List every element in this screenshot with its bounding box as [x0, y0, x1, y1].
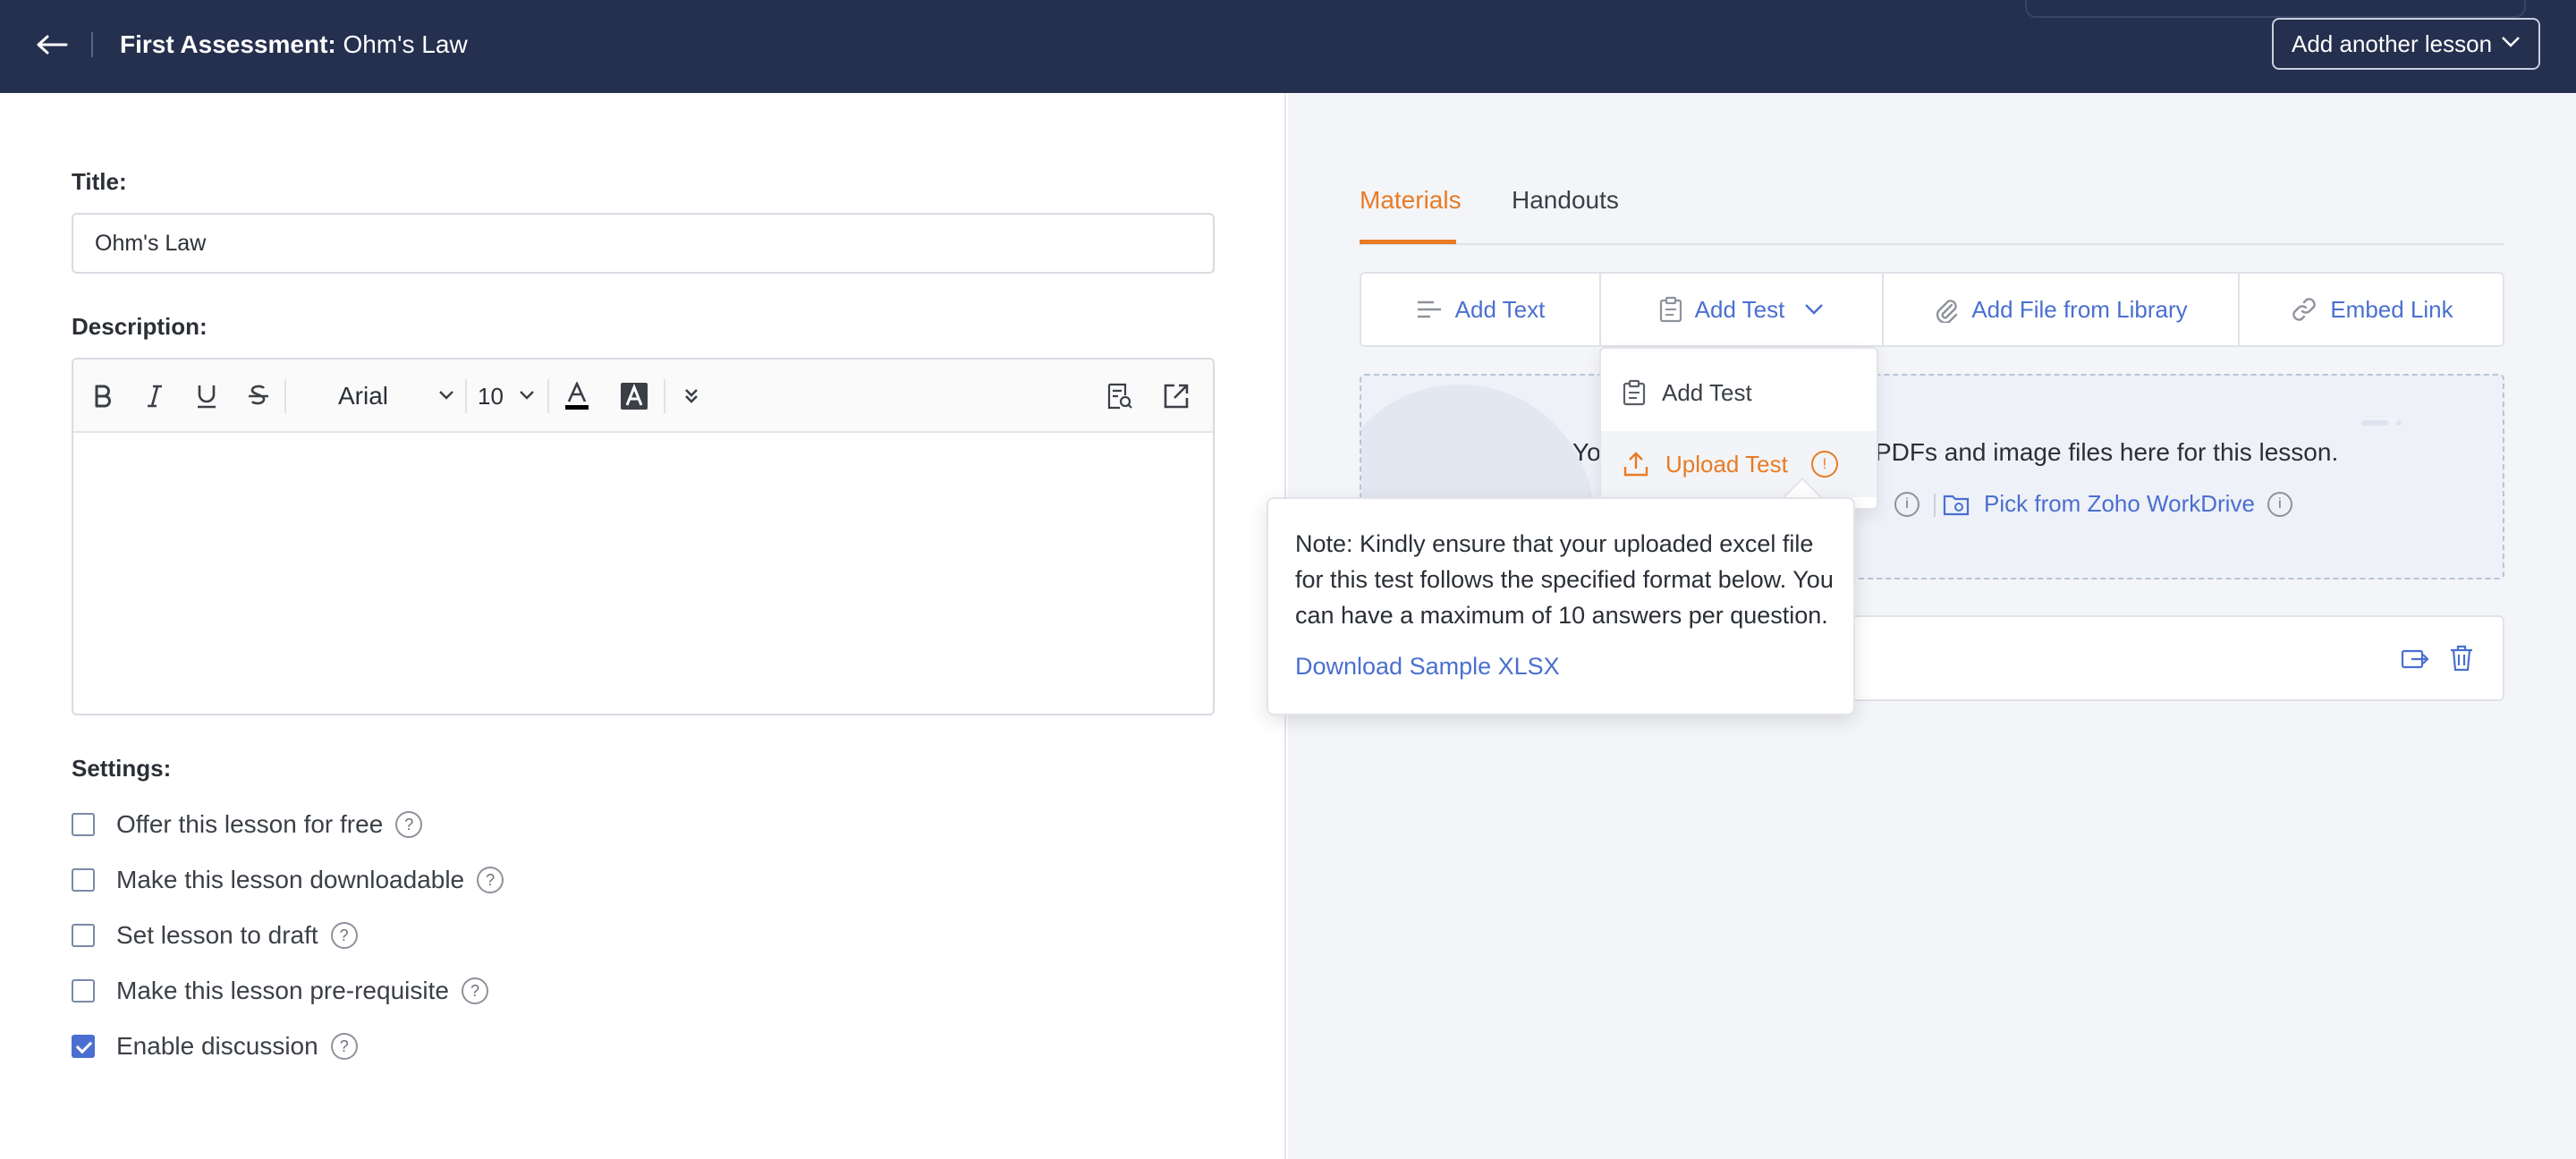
draft-checkbox[interactable]: [72, 924, 95, 947]
setting-prerequisite: Make this lesson pre-requisite ?: [72, 975, 488, 1007]
tab-handouts[interactable]: Handouts: [1512, 186, 1619, 215]
top-bar: First Assessment: Ohm's Law Add another …: [0, 0, 2576, 93]
header-divider: [91, 32, 93, 57]
info-icon[interactable]: i: [2267, 491, 2292, 517]
settings-label: Settings:: [72, 755, 172, 782]
add-test-menu: Add Test Upload Test !: [1599, 347, 1878, 510]
setting-draft: Set lesson to draft ?: [72, 919, 358, 952]
info-icon[interactable]: i: [1894, 492, 1919, 517]
description-label: Description:: [72, 313, 208, 340]
lesson-name: Ohm's Law: [343, 30, 468, 58]
tabs-divider: [1360, 243, 2504, 245]
setting-offer-free: Offer this lesson for free ?: [72, 808, 423, 841]
dropzone-text-start: Yo: [1572, 438, 1601, 466]
chevron-down-icon: [2502, 37, 2520, 47]
upload-icon: [1623, 452, 1648, 477]
trash-icon[interactable]: [2445, 642, 2478, 674]
add-another-lesson-label: Add another lesson: [2292, 30, 2493, 57]
chevron-down-icon: [520, 391, 534, 400]
insert-template-icon[interactable]: [1102, 379, 1136, 413]
material-actions: Add Text Add Test Add File from Library …: [1360, 272, 2504, 347]
strikethrough-icon[interactable]: [242, 379, 275, 413]
link-icon: [2292, 298, 2317, 321]
menu-upload-test-label: Upload Test: [1665, 450, 1788, 478]
dropzone-text-end: PDFs and image files here for this lesso…: [1875, 438, 2339, 466]
workdrive-label: Pick from Zoho WorkDrive: [1984, 490, 2255, 517]
offer-free-checkbox[interactable]: [72, 813, 95, 836]
font-family-value: Arial: [338, 382, 389, 410]
help-icon[interactable]: ?: [477, 867, 504, 893]
active-tab-indicator: [1360, 240, 1456, 244]
discussion-checkbox[interactable]: [72, 1035, 95, 1058]
discussion-label: Enable discussion: [116, 1032, 318, 1060]
help-icon[interactable]: ?: [330, 922, 358, 949]
toolbar-separator: [465, 379, 467, 413]
link-separator: [1934, 494, 1936, 517]
draft-label: Set lesson to draft: [116, 921, 318, 949]
help-icon[interactable]: ?: [461, 977, 488, 1004]
setting-discussion: Enable discussion ?: [72, 1030, 358, 1062]
add-test-label: Add Test: [1694, 295, 1785, 323]
toolbar-separator: [547, 379, 549, 413]
add-text-label: Add Text: [1454, 295, 1546, 323]
prerequisite-label: Make this lesson pre-requisite: [116, 977, 449, 1004]
add-test-button[interactable]: Add Test: [1601, 274, 1882, 345]
decorative-dots: [2361, 420, 2402, 426]
toolbar-separator: [284, 379, 286, 413]
tab-materials[interactable]: Materials: [1360, 186, 1462, 215]
upload-test-tooltip: Note: Kindly ensure that your uploaded e…: [1267, 497, 1855, 715]
editor-toolbar: Arial 10: [73, 360, 1213, 433]
tooltip-note: Note: Kindly ensure that your uploaded e…: [1295, 530, 1834, 629]
move-icon[interactable]: [2399, 642, 2431, 674]
more-options-icon[interactable]: [674, 379, 708, 413]
font-family-select[interactable]: Arial: [338, 379, 388, 413]
title-label: Title:: [72, 168, 127, 195]
folder-icon: [1943, 495, 1970, 515]
offer-free-label: Offer this lesson for free: [116, 810, 384, 838]
font-size-value: 10: [478, 383, 504, 410]
description-editor[interactable]: Arial 10: [72, 358, 1215, 715]
page-title: First Assessment: Ohm's Law: [120, 27, 468, 63]
italic-icon[interactable]: [138, 379, 172, 413]
text-color-icon[interactable]: [560, 379, 594, 413]
chevron-down-icon: [439, 391, 453, 400]
add-text-button[interactable]: Add Text: [1361, 274, 1599, 345]
embed-link-button[interactable]: Embed Link: [2240, 274, 2504, 345]
title-input[interactable]: [72, 213, 1215, 274]
menu-item-add-test[interactable]: Add Test: [1601, 360, 1877, 426]
menu-item-upload-test[interactable]: Upload Test !: [1601, 431, 1877, 497]
highlight-color-icon[interactable]: [617, 379, 651, 413]
menu-add-test-label: Add Test: [1662, 378, 1752, 406]
add-file-label: Add File from Library: [1971, 295, 2188, 323]
expand-editor-icon[interactable]: [1159, 379, 1193, 413]
toolbar-separator: [664, 379, 665, 413]
chevron-down-icon: [1805, 304, 1824, 315]
download-sample-xlsx-link[interactable]: Download Sample XLSX: [1295, 653, 1560, 681]
embed-link-label: Embed Link: [2330, 295, 2453, 323]
pick-from-workdrive-link[interactable]: Pick from Zoho WorkDrive i: [1943, 490, 2292, 518]
clipboard-icon: [1659, 296, 1682, 323]
downloadable-label: Make this lesson downloadable: [116, 866, 465, 893]
add-file-from-library-button[interactable]: Add File from Library: [1884, 274, 2238, 345]
underline-icon[interactable]: [190, 379, 224, 413]
back-arrow-icon[interactable]: [34, 27, 70, 63]
paperclip-icon: [1936, 300, 1958, 323]
help-icon[interactable]: ?: [395, 811, 423, 838]
setting-downloadable: Make this lesson downloadable ?: [72, 864, 504, 896]
font-size-select[interactable]: 10: [478, 379, 504, 413]
info-icon[interactable]: !: [1810, 451, 1838, 478]
header-ghost-panel: [2025, 0, 2526, 18]
add-another-lesson-button[interactable]: Add another lesson: [2272, 18, 2540, 70]
downloadable-checkbox[interactable]: [72, 868, 95, 892]
prerequisite-checkbox[interactable]: [72, 979, 95, 1002]
help-icon[interactable]: ?: [330, 1033, 358, 1060]
text-lines-icon: [1417, 300, 1441, 318]
assessment-label: First Assessment:: [120, 30, 336, 58]
clipboard-icon: [1623, 379, 1646, 406]
bold-icon[interactable]: [86, 379, 120, 413]
